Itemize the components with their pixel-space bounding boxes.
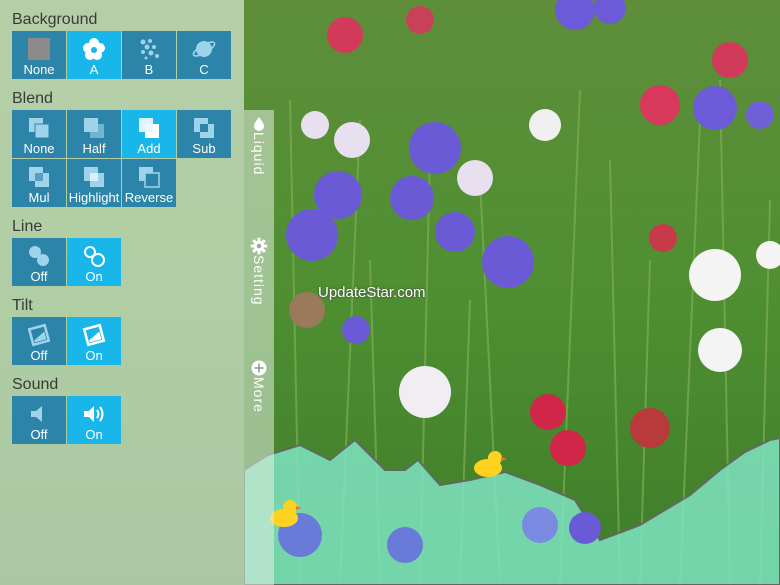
background-options: None A B C: [12, 31, 232, 79]
overlap-squares-icon: [29, 118, 50, 139]
sound-off-label: Off: [30, 427, 48, 442]
line-off-button[interactable]: Off: [12, 238, 66, 286]
blend-mul-label: Mul: [28, 190, 50, 205]
overlap-squares-icon: [194, 118, 214, 138]
blend-half-button[interactable]: Half: [67, 110, 121, 158]
tab-setting-label: Setting: [251, 255, 267, 306]
blend-highlight-label: Highlight: [68, 190, 120, 205]
sound-off-button[interactable]: Off: [12, 396, 66, 444]
background-c-button[interactable]: C: [177, 31, 231, 79]
blend-reverse-label: Reverse: [124, 190, 174, 205]
tilt-on-label: On: [85, 348, 103, 363]
tilt-options: Off On: [12, 317, 122, 365]
watermark: UpdateStar.com: [318, 284, 426, 301]
bubbles-icon: [29, 246, 49, 266]
plus-icon: [251, 360, 267, 376]
background-a-button[interactable]: A: [67, 31, 121, 79]
flower-icon: [83, 38, 105, 60]
blend-title: Blend: [12, 90, 53, 107]
background-c-label: C: [199, 62, 209, 77]
overlap-squares-icon: [139, 118, 159, 138]
tab-liquid[interactable]: Liquid: [244, 116, 274, 175]
tilt-title: Tilt: [12, 297, 33, 314]
tab-more[interactable]: More: [244, 359, 274, 413]
line-title: Line: [12, 218, 43, 235]
overlap-squares-icon: [139, 167, 160, 188]
blend-add-label: Add: [137, 141, 161, 156]
blend-none-button[interactable]: None: [12, 110, 66, 158]
tabs-strip: [244, 110, 274, 585]
sound-title: Sound: [12, 376, 59, 393]
sound-on-label: On: [85, 427, 103, 442]
background-a-label: A: [89, 62, 99, 77]
speaker-muted-icon: [31, 406, 42, 422]
line-off-label: Off: [30, 269, 48, 284]
background-title: Background: [12, 11, 98, 28]
line-on-button[interactable]: On: [67, 238, 121, 286]
blend-sub-button[interactable]: Sub: [177, 110, 231, 158]
speaker-icon: [84, 406, 104, 422]
planet-icon: [192, 41, 216, 57]
blend-half-label: Half: [82, 141, 106, 156]
blend-sub-label: Sub: [192, 141, 216, 156]
blend-none-label: None: [23, 141, 55, 156]
blend-options-row1: None Half Add Sub: [12, 110, 232, 158]
sound-on-button[interactable]: On: [67, 396, 121, 444]
background-b-button[interactable]: B: [122, 31, 176, 79]
tab-liquid-label: Liquid: [251, 132, 267, 176]
background-b-label: B: [144, 62, 154, 77]
background-none-label: None: [23, 62, 55, 77]
tilt-off-label: Off: [30, 348, 48, 363]
tilt-off-button[interactable]: Off: [12, 317, 66, 365]
tilt-icon: [27, 323, 51, 347]
blend-mul-button[interactable]: Mul: [12, 159, 66, 207]
blend-options-row2: Mul Highlight Reverse: [12, 159, 177, 207]
blend-reverse-button[interactable]: Reverse: [122, 159, 176, 207]
overlap-squares-icon: [29, 167, 49, 187]
overlap-squares-icon: [84, 118, 104, 138]
tilt-on-button[interactable]: On: [67, 317, 121, 365]
line-on-label: On: [85, 269, 103, 284]
bubbles-outline-icon: [84, 246, 105, 267]
sound-options: Off On: [12, 396, 122, 444]
square-icon: [28, 38, 50, 60]
tab-setting[interactable]: Setting: [244, 237, 274, 306]
gear-icon: [250, 237, 268, 255]
line-options: Off On: [12, 238, 122, 286]
bubbles-icon: [140, 39, 159, 60]
droplet-icon: [254, 117, 264, 131]
settings-panel: [0, 0, 244, 585]
overlap-squares-icon: [84, 167, 104, 187]
tab-more-label: More: [251, 377, 267, 413]
blend-add-button[interactable]: Add: [122, 110, 176, 158]
blend-highlight-button[interactable]: Highlight: [67, 159, 121, 207]
tilt-icon: [82, 323, 106, 347]
background-none-button[interactable]: None: [12, 31, 66, 79]
